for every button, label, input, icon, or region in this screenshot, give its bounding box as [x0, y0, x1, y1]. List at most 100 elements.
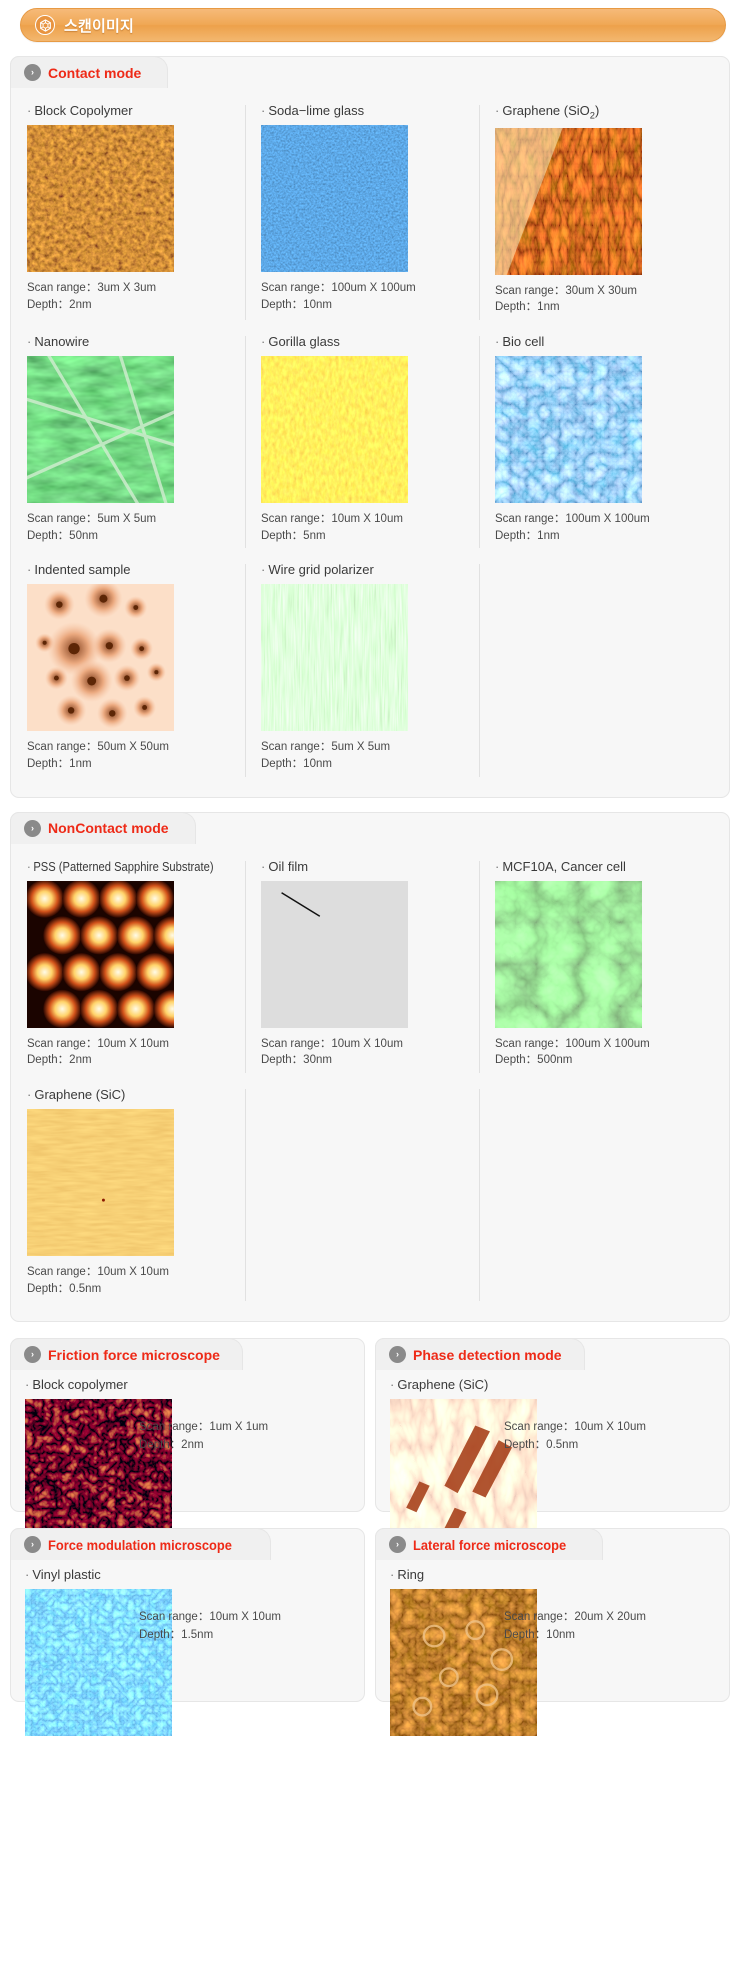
- sample-name: · Block Copolymer: [27, 103, 133, 118]
- section-tab[interactable]: › Phase detection mode: [375, 1338, 585, 1371]
- depth-text: Depth：5nm: [261, 529, 326, 542]
- page-title: 스캔이미지: [64, 17, 135, 35]
- panel-content: Scan range：1um X 1um Depth：2nm: [25, 1399, 350, 1547]
- scan-range-text: Scan range：10um X 10um: [27, 1037, 169, 1050]
- afm-graphene-sic-phase[interactable]: [390, 1399, 537, 1547]
- section-contact-mode: › Contact mode · Block Copolymer Scan range：…: [10, 56, 730, 798]
- sample-meta: Scan range：20um X 20um Depth：10nm: [504, 1589, 646, 1644]
- depth-text: Depth：1nm: [27, 757, 92, 770]
- sample-cell: · Nanowire Scan range：5um X 5um Depth：50nm: [27, 326, 245, 554]
- afm-block-copolymer[interactable]: [27, 125, 235, 272]
- panel-content: Scan range：10um X 10um Depth：0.5nm: [390, 1399, 715, 1547]
- scan-range-text: Scan range：10um X 10um: [261, 1037, 403, 1050]
- panel-row: › Friction force microscope · Block copolym…: [10, 1338, 730, 1547]
- panel-body: · Vinyl plastic Scan range：10um X 10um Dept…: [11, 1563, 364, 1737]
- panel-friction-force-microscope: › Friction force microscope · Block copolym…: [10, 1338, 365, 1547]
- depth-text: Depth：1nm: [495, 301, 560, 314]
- section-tab[interactable]: › Lateral force microscope: [375, 1528, 603, 1561]
- afm-pss[interactable]: [27, 880, 235, 1028]
- sample-name: · Oil film: [261, 858, 309, 874]
- scan-range-text: Scan range：10um X 10um: [261, 512, 403, 525]
- panel-body: · Block copolymer Scan range：1um X 1um Dept…: [11, 1373, 364, 1547]
- sample-meta: Scan range：10um X 10um Depth：30nm: [261, 1036, 469, 1069]
- scan-range-text: Scan range：20um X 20um: [504, 1611, 646, 1624]
- depth-text: Depth：1.5nm: [139, 1628, 214, 1641]
- depth-text: Depth：50nm: [27, 529, 98, 542]
- section-tab[interactable]: › Friction force microscope: [10, 1338, 243, 1371]
- section-tab[interactable]: › NonContact mode: [10, 811, 196, 844]
- afm-mcf10a-cancer-cell[interactable]: [495, 880, 703, 1028]
- sample-meta: Scan range：10um X 10um Depth：0.5nm: [27, 1264, 235, 1297]
- sample-cell: · Gorilla glass Scan range：10um X 10um Dept…: [245, 326, 479, 554]
- bullet-icon: ·: [27, 858, 31, 874]
- sample-cell: · Block Copolymer Scan range：3um X 3um Dept…: [27, 95, 245, 326]
- sections-container: › Contact mode · Block Copolymer Scan range：…: [0, 56, 740, 1323]
- scan-range-text: Scan range：100um X 100um: [261, 282, 416, 294]
- scan-range-text: Scan range：100um X 100um: [495, 1037, 650, 1050]
- sample-name: · Graphene (SiC): [27, 1086, 126, 1102]
- sample-name: · Nanowire: [27, 333, 90, 349]
- sample-row: · Block Copolymer Scan range：3um X 3um Dept…: [27, 95, 713, 326]
- sample-name: · Wire grid polarizer: [261, 562, 374, 578]
- sample-meta: Scan range：100um X 100um Depth：10nm: [261, 280, 469, 313]
- depth-text: Depth：500nm: [495, 1054, 573, 1067]
- afm-indented-sample[interactable]: [27, 584, 235, 732]
- sample-cell: · Oil film Scan range：10um X 10um Depth：30n…: [245, 851, 479, 1079]
- depth-text: Depth：0.5nm: [27, 1282, 102, 1295]
- sample-name: · Vinyl plastic: [25, 1567, 101, 1583]
- sample-row: · Nanowire Scan range：5um X 5um Depth：50nm ·…: [27, 326, 713, 554]
- scan-range-text: Scan range：5um X 5um: [261, 741, 391, 754]
- afm-block-copolymer-ffm[interactable]: [25, 1399, 172, 1547]
- afm-oil-film[interactable]: [261, 880, 469, 1028]
- sample-cell: · Bio cell Scan range：100um X 100um Depth：1…: [479, 326, 713, 554]
- scan-range-text: Scan range：30um X 30um: [495, 284, 637, 297]
- afm-graphene-sio2[interactable]: [495, 127, 703, 275]
- bullet-icon: ·: [261, 333, 266, 349]
- section-tab[interactable]: › Force modulation microscope: [10, 1528, 271, 1561]
- sample-name: · Indented sample: [27, 562, 131, 578]
- bullet-icon: ·: [261, 562, 266, 578]
- sample-cell: · Soda−lime glass Scan range：100um X 100um…: [245, 95, 479, 326]
- panels-container: › Friction force microscope · Block copolym…: [0, 1338, 740, 1737]
- sample-cell-empty: [245, 1079, 479, 1307]
- bullet-icon: ·: [27, 1086, 32, 1102]
- sample-name: · Gorilla glass: [261, 333, 340, 349]
- sample-meta: Scan range：10um X 10um Depth：0.5nm: [504, 1399, 646, 1454]
- section-title: Lateral force microscope: [413, 1536, 567, 1553]
- afm-graphene-sic[interactable]: [27, 1108, 235, 1256]
- bullet-icon: ·: [390, 1567, 395, 1583]
- bullet-icon: ·: [261, 103, 266, 118]
- sample-meta: Scan range：3um X 3um Depth：2nm: [27, 280, 235, 313]
- panel-phase-detection-mode: › Phase detection mode · Graphene (SiC) Scan…: [375, 1338, 730, 1547]
- chevron-right-icon: ›: [389, 1536, 406, 1554]
- sample-meta: Scan range：10um X 10um Depth：2nm: [27, 1036, 235, 1069]
- scan-range-text: Scan range：10um X 10um: [504, 1421, 646, 1434]
- depth-text: Depth：0.5nm: [504, 1438, 579, 1451]
- sample-meta: Scan range：30um X 30um Depth：1nm: [495, 283, 703, 316]
- bullet-icon: ·: [27, 103, 32, 118]
- depth-text: Depth：30nm: [261, 1054, 332, 1067]
- afm-ring[interactable]: [390, 1589, 537, 1737]
- afm-soda-lime-glass[interactable]: [261, 125, 469, 272]
- sample-cell: · Graphene (SiO2) Scan range：30um X 30um De…: [479, 95, 713, 326]
- depth-text: Depth：10nm: [261, 298, 332, 311]
- afm-gorilla-glass[interactable]: [261, 355, 469, 503]
- sample-name: · MCF10A, Cancer cell: [495, 858, 626, 874]
- sample-name: · Soda−lime glass: [261, 103, 365, 118]
- sample-cell: · PSS (Patterned Sapphire Substrate) Scan …: [27, 851, 245, 1079]
- sample-cell: · Indented sample Scan range：50um X 50um De…: [27, 554, 245, 782]
- bullet-icon: ·: [495, 333, 500, 349]
- depth-text: Depth：10nm: [261, 757, 332, 770]
- afm-nanowire[interactable]: [27, 355, 235, 503]
- afm-vinyl-plastic[interactable]: [25, 1589, 172, 1737]
- section-title: Friction force microscope: [48, 1346, 220, 1363]
- sample-meta: Scan range：10um X 10um Depth：1.5nm: [139, 1589, 281, 1644]
- sample-row: · Graphene (SiC) Scan range：10um X 10um Dep…: [27, 1079, 713, 1307]
- section-tab[interactable]: › Contact mode: [10, 56, 169, 88]
- afm-bio-cell[interactable]: [495, 355, 703, 503]
- section-body: · PSS (Patterned Sapphire Substrate) Scan …: [11, 847, 729, 1308]
- afm-wire-grid-polarizer[interactable]: [261, 584, 469, 732]
- sample-name: · Block copolymer: [25, 1377, 128, 1393]
- section-title: Contact mode: [48, 64, 142, 81]
- chevron-right-icon: ›: [24, 1536, 41, 1554]
